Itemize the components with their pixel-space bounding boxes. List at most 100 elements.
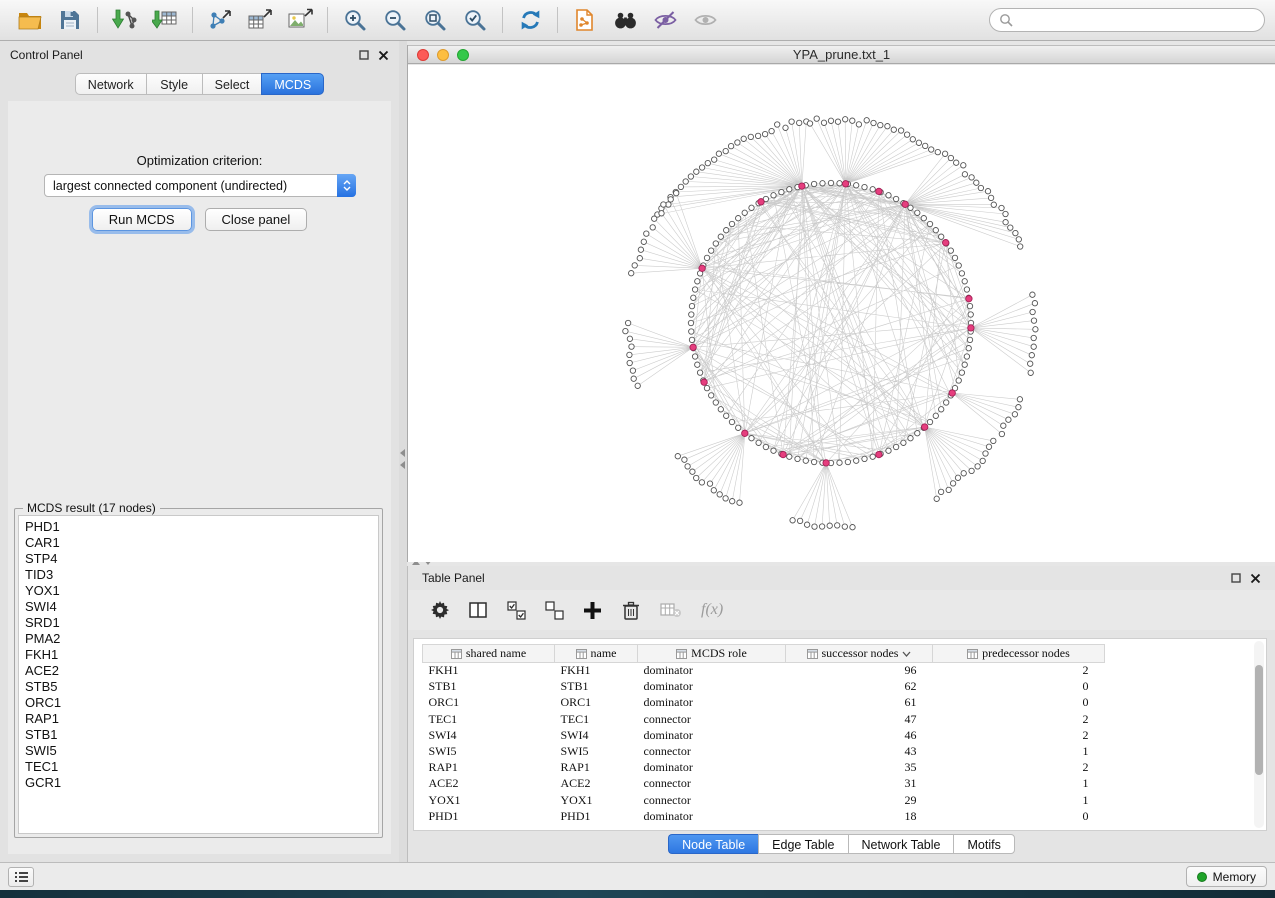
close-panel-icon[interactable]	[1250, 573, 1261, 584]
table-cell[interactable]: SWI4	[423, 727, 555, 743]
mcds-result-item[interactable]: PHD1	[25, 519, 378, 535]
table-cell[interactable]: dominator	[638, 727, 786, 743]
table-cell[interactable]: connector	[638, 776, 786, 792]
deselect-all-rows-button[interactable]	[545, 601, 564, 620]
table-cell[interactable]: 29	[786, 792, 933, 808]
tab-mcds[interactable]: MCDS	[261, 73, 324, 95]
table-row[interactable]: STB1STB1dominator620	[423, 679, 1105, 695]
mcds-result-item[interactable]: YOX1	[25, 583, 378, 599]
table-cell[interactable]: connector	[638, 743, 786, 759]
vertical-splitter[interactable]	[399, 41, 407, 862]
column-menu-icon[interactable]	[676, 649, 687, 659]
open-session-button[interactable]	[10, 4, 50, 37]
table-cell[interactable]: SWI5	[423, 743, 555, 759]
function-builder-button[interactable]: f(x)	[701, 601, 723, 619]
table-row[interactable]: ORC1ORC1dominator610	[423, 695, 1105, 711]
zoom-out-button[interactable]	[375, 4, 415, 37]
table-cell[interactable]: SWI5	[555, 743, 638, 759]
mcds-result-item[interactable]: ACE2	[25, 663, 378, 679]
column-menu-icon[interactable]	[451, 649, 462, 659]
import-table-button[interactable]	[145, 4, 185, 37]
network-window-titlebar[interactable]: YPA_prune.txt_1	[408, 45, 1275, 64]
table-cell[interactable]: RAP1	[423, 760, 555, 776]
mcds-result-item[interactable]: SRD1	[25, 615, 378, 631]
table-cell[interactable]: PHD1	[423, 808, 555, 824]
table-cell[interactable]: connector	[638, 711, 786, 727]
close-panel-icon[interactable]	[378, 50, 389, 61]
mcds-result-item[interactable]: STB5	[25, 679, 378, 695]
mcds-result-item[interactable]: SWI4	[25, 599, 378, 615]
network-nodes[interactable]	[623, 116, 1038, 530]
table-cell[interactable]: 0	[933, 679, 1105, 695]
table-cell[interactable]: dominator	[638, 808, 786, 824]
table-cell[interactable]: 46	[786, 727, 933, 743]
table-cell[interactable]: 43	[786, 743, 933, 759]
table-cell[interactable]: 18	[786, 808, 933, 824]
table-cell[interactable]: TEC1	[423, 711, 555, 727]
table-cell[interactable]: STB1	[423, 679, 555, 695]
table-row[interactable]: RAP1RAP1dominator352	[423, 760, 1105, 776]
table-row[interactable]: ACE2ACE2connector311	[423, 776, 1105, 792]
table-cell[interactable]: 47	[786, 711, 933, 727]
mcds-result-item[interactable]: ORC1	[25, 695, 378, 711]
collapse-left-icon[interactable]	[400, 449, 405, 457]
table-cell[interactable]: connector	[638, 792, 786, 808]
table-settings-button[interactable]	[430, 600, 450, 620]
table-cell[interactable]: RAP1	[555, 760, 638, 776]
table-row[interactable]: PHD1PHD1dominator180	[423, 808, 1105, 824]
table-scrollbar[interactable]	[1254, 641, 1264, 828]
table-cell[interactable]: 2	[933, 663, 1105, 679]
tab-node-table[interactable]: Node Table	[668, 834, 758, 854]
float-panel-icon[interactable]	[359, 50, 369, 60]
delete-table-button[interactable]	[660, 602, 682, 619]
table-row[interactable]: YOX1YOX1connector291	[423, 792, 1105, 808]
zoom-in-button[interactable]	[335, 4, 375, 37]
export-image-button[interactable]	[280, 4, 320, 37]
zoom-fit-button[interactable]	[415, 4, 455, 37]
table-cell[interactable]: 1	[933, 792, 1105, 808]
tab-edge-table[interactable]: Edge Table	[758, 834, 847, 854]
mcds-result-item[interactable]: CAR1	[25, 535, 378, 551]
tab-network-table[interactable]: Network Table	[848, 834, 954, 854]
export-table-button[interactable]	[240, 4, 280, 37]
network-canvas[interactable]	[408, 65, 1275, 562]
network-canvas-svg[interactable]	[408, 65, 1275, 562]
table-cell[interactable]: 2	[933, 727, 1105, 743]
table-cell[interactable]: PHD1	[555, 808, 638, 824]
table-cell[interactable]: FKH1	[555, 663, 638, 679]
optimization-criterion-select[interactable]: largest connected component (undirected)	[44, 174, 356, 197]
new-network-from-selection-button[interactable]	[200, 4, 240, 37]
table-cell[interactable]: STB1	[555, 679, 638, 695]
mcds-result-item[interactable]: SWI5	[25, 743, 378, 759]
table-cell[interactable]: 62	[786, 679, 933, 695]
task-history-button[interactable]	[8, 867, 34, 887]
table-cell[interactable]: 96	[786, 663, 933, 679]
column-header-shared-name[interactable]: shared name	[423, 645, 555, 663]
table-cell[interactable]: 1	[933, 776, 1105, 792]
column-header-successor-nodes[interactable]: successor nodes	[786, 645, 933, 663]
find-button[interactable]	[605, 4, 645, 37]
show-columns-button[interactable]	[469, 601, 488, 619]
column-menu-icon[interactable]	[807, 649, 818, 659]
table-cell[interactable]: dominator	[638, 679, 786, 695]
clone-network-button[interactable]	[565, 4, 605, 37]
mcds-result-item[interactable]: TID3	[25, 567, 378, 583]
table-cell[interactable]: 0	[933, 808, 1105, 824]
table-cell[interactable]: FKH1	[423, 663, 555, 679]
delete-column-button[interactable]	[621, 600, 641, 621]
hide-selected-button[interactable]	[645, 4, 685, 37]
show-all-button[interactable]	[685, 4, 725, 37]
mcds-result-item[interactable]: GCR1	[25, 775, 378, 791]
table-cell[interactable]: ORC1	[423, 695, 555, 711]
column-header-name[interactable]: name	[555, 645, 638, 663]
table-cell[interactable]: 35	[786, 760, 933, 776]
table-cell[interactable]: YOX1	[423, 792, 555, 808]
refresh-layout-button[interactable]	[510, 4, 550, 37]
tab-motifs[interactable]: Motifs	[953, 834, 1014, 854]
save-session-button[interactable]	[50, 4, 90, 37]
table-cell[interactable]: YOX1	[555, 792, 638, 808]
mcds-result-item[interactable]: TEC1	[25, 759, 378, 775]
mcds-result-item[interactable]: FKH1	[25, 647, 378, 663]
tab-select[interactable]: Select	[202, 73, 262, 95]
table-scrollbar-thumb[interactable]	[1255, 665, 1263, 775]
